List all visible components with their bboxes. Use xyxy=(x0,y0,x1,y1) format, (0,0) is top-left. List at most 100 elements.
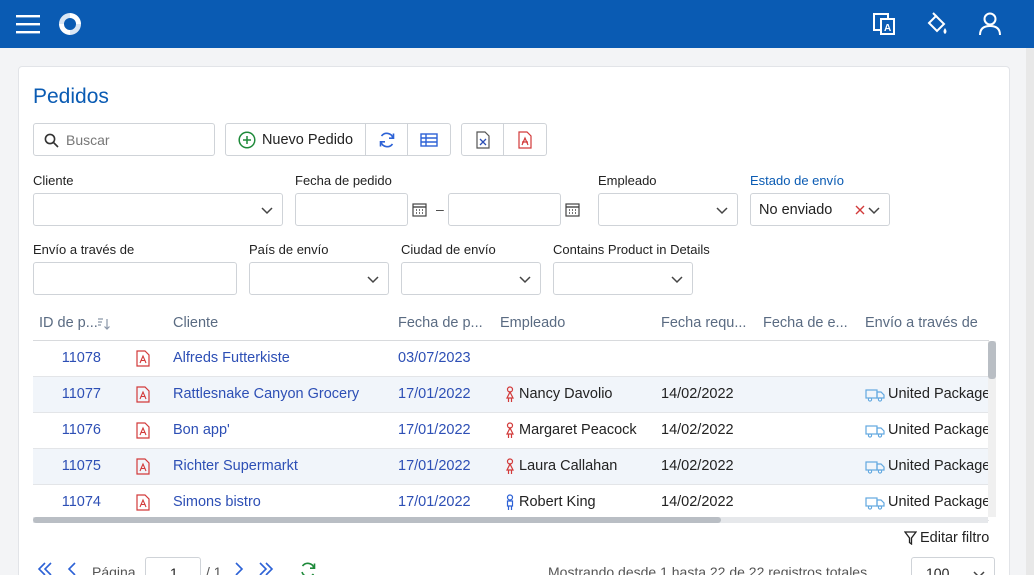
fecha-requerida: 14/02/2022 xyxy=(661,494,734,510)
next-page-icon[interactable] xyxy=(234,562,244,575)
cliente-link[interactable]: Alfreds Futterkiste xyxy=(173,350,290,366)
chevron-down-icon xyxy=(367,276,379,284)
fecha-from-input[interactable] xyxy=(295,193,408,226)
table-row[interactable]: 11074 Simons bistro 17/01/2022 Robert King 1… xyxy=(33,485,990,521)
fecha-requerida: 14/02/2022 xyxy=(661,422,734,438)
export-pdf-button[interactable] xyxy=(504,124,546,155)
primary-actions: Nuevo Pedido xyxy=(225,123,451,156)
fecha-pedido-link[interactable]: 17/01/2022 xyxy=(398,458,471,474)
order-id[interactable]: 11074 xyxy=(62,494,101,510)
new-order-button[interactable]: Nuevo Pedido xyxy=(226,124,366,155)
search-input[interactable]: Buscar xyxy=(33,123,215,156)
fecha-pedido-link[interactable]: 17/01/2022 xyxy=(398,386,471,402)
fecha-requerida: 14/02/2022 xyxy=(661,458,734,474)
page-scrollbar[interactable] xyxy=(1026,48,1034,575)
user-icon[interactable] xyxy=(976,10,1004,38)
female-user-icon xyxy=(505,386,515,407)
column-header-id[interactable]: ID de p... xyxy=(39,315,98,331)
previous-page-icon[interactable] xyxy=(67,562,77,575)
calendar-icon[interactable] xyxy=(565,202,580,217)
empleado-select[interactable] xyxy=(598,193,738,226)
hamburger-icon[interactable] xyxy=(14,10,42,38)
table-row[interactable]: 11077 Rattlesnake Canyon Grocery 17/01/202… xyxy=(33,377,991,413)
swirl-logo-icon[interactable] xyxy=(56,10,84,38)
page-number-input[interactable]: 1 xyxy=(145,557,201,575)
order-id[interactable]: 11077 xyxy=(62,386,101,402)
table-icon xyxy=(420,132,438,147)
cliente-select[interactable] xyxy=(33,193,283,226)
refresh-icon xyxy=(379,132,394,147)
pdf-file-icon[interactable] xyxy=(136,350,150,371)
new-order-label: Nuevo Pedido xyxy=(261,131,354,148)
order-id[interactable]: 11075 xyxy=(62,458,101,474)
pdf-file-icon xyxy=(518,130,532,149)
order-id[interactable]: 11078 xyxy=(62,350,101,366)
calendar-icon[interactable] xyxy=(412,202,427,217)
column-header-fecha-requerida[interactable]: Fecha requ... xyxy=(661,315,746,331)
translate-icon[interactable]: A xyxy=(870,10,898,38)
column-header-empleado[interactable]: Empleado xyxy=(500,315,565,331)
filter-icon xyxy=(904,531,917,545)
add-circle-icon xyxy=(238,130,256,149)
order-id[interactable]: 11076 xyxy=(62,422,101,438)
product-select[interactable] xyxy=(553,262,693,295)
clear-icon[interactable] xyxy=(855,205,865,215)
cliente-link[interactable]: Simons bistro xyxy=(173,494,261,510)
column-header-cliente[interactable]: Cliente xyxy=(173,315,218,331)
pdf-file-icon[interactable] xyxy=(136,494,150,515)
male-user-icon xyxy=(505,494,515,515)
table-row[interactable]: 11078 Alfreds Futterkiste 03/07/2023 xyxy=(33,341,989,377)
grid-horizontal-scroll-thumb[interactable] xyxy=(33,517,721,523)
truck-icon xyxy=(865,388,885,406)
fecha-filter-label: Fecha de pedido xyxy=(295,173,392,188)
export-excel-button[interactable] xyxy=(462,124,504,155)
pdf-file-icon[interactable] xyxy=(136,422,150,443)
pais-filter-label: País de envío xyxy=(249,242,329,257)
refresh-icon[interactable] xyxy=(299,561,317,575)
column-header-fecha-pedido[interactable]: Fecha de p... xyxy=(398,315,483,331)
cliente-link[interactable]: Bon app' xyxy=(173,422,230,438)
records-summary: Mostrando desde 1 hasta 22 de 22 registr… xyxy=(548,564,868,575)
export-actions xyxy=(461,123,547,156)
first-page-icon[interactable] xyxy=(37,562,53,575)
edit-filter-button[interactable]: Editar filtro xyxy=(904,530,989,546)
chevron-down-icon xyxy=(519,276,531,284)
page-size-value: 100 xyxy=(926,565,950,575)
table-row[interactable]: 11076 Bon app' 17/01/2022 Margaret Peacock 1… xyxy=(33,413,990,449)
pdf-file-icon[interactable] xyxy=(136,458,150,479)
page-label: Página xyxy=(92,564,136,575)
column-header-fecha-envio[interactable]: Fecha de e... xyxy=(763,315,848,331)
page-total: / 1 xyxy=(206,564,222,575)
sort-desc-icon[interactable] xyxy=(97,317,111,331)
truck-icon xyxy=(865,460,885,478)
grid-vertical-scroll-thumb[interactable] xyxy=(988,341,996,379)
pdf-file-icon[interactable] xyxy=(136,386,150,407)
table-row[interactable]: 11075 Richter Supermarkt 17/01/2022 Laura C… xyxy=(33,449,990,485)
chevron-down-icon xyxy=(671,276,683,284)
paint-bucket-icon[interactable] xyxy=(923,10,951,38)
envio-name: United Package xyxy=(888,386,991,402)
svg-text:A: A xyxy=(884,23,891,34)
cliente-link[interactable]: Rattlesnake Canyon Grocery xyxy=(173,386,359,402)
fecha-pedido-link[interactable]: 17/01/2022 xyxy=(398,494,471,510)
page-size-select[interactable]: 100 xyxy=(911,557,995,575)
truck-icon xyxy=(865,424,885,442)
fecha-to-input[interactable] xyxy=(448,193,561,226)
ciudad-select[interactable] xyxy=(401,262,541,295)
fecha-requerida: 14/02/2022 xyxy=(661,386,734,402)
last-page-icon[interactable] xyxy=(258,562,274,575)
pais-select[interactable] xyxy=(249,262,389,295)
orders-card: Pedidos Buscar Nuevo Pedido Cliente Fech… xyxy=(18,66,1010,575)
estado-filter-label: Estado de envío xyxy=(750,173,844,188)
grid-header: ID de p... Cliente Fecha de p... Emplead… xyxy=(33,307,989,341)
chevron-down-icon xyxy=(868,207,880,215)
fecha-pedido-link[interactable]: 03/07/2023 xyxy=(398,350,471,366)
fecha-pedido-link[interactable]: 17/01/2022 xyxy=(398,422,471,438)
columns-button[interactable] xyxy=(408,124,450,155)
estado-value: No enviado xyxy=(759,202,833,218)
envio-input[interactable] xyxy=(33,262,237,295)
column-header-envio[interactable]: Envío a través de xyxy=(865,315,978,331)
refresh-button[interactable] xyxy=(366,124,408,155)
cliente-link[interactable]: Richter Supermarkt xyxy=(173,458,298,474)
estado-select[interactable]: No enviado xyxy=(750,193,890,226)
